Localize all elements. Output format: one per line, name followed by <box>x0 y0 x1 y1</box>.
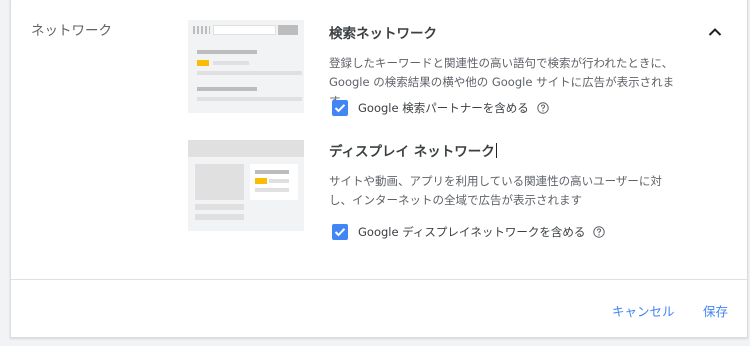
checkbox-checked[interactable] <box>332 224 348 240</box>
network-settings-card: ネットワーク 検索ネットワーク 登録したキーワードと関連性の高い語句で検索が行わ… <box>10 0 748 338</box>
illustration-line <box>197 97 302 101</box>
search-partners-checkbox[interactable]: Google 検索パートナーを含める <box>332 98 549 118</box>
chevron-up-icon <box>708 28 722 36</box>
illustration-ad-marker <box>197 60 209 66</box>
illustration-ad-marker <box>255 178 267 184</box>
description-line: 登録したキーワードと関連性の高い語句で検索が行われたときに、 <box>329 56 674 70</box>
checkmark-icon <box>334 228 346 237</box>
display-network-title: ディスプレイ ネットワーク <box>329 140 497 160</box>
section-title: ネットワーク <box>31 23 112 39</box>
save-button[interactable]: 保存 <box>703 301 728 320</box>
checkbox-checked[interactable] <box>332 100 348 116</box>
illustration-search-button <box>278 25 298 35</box>
description-line: し、インターネットの全域で広告が表示されます <box>329 193 582 207</box>
checkmark-icon <box>334 104 346 113</box>
help-icon[interactable] <box>537 102 549 114</box>
search-network-illustration <box>188 20 304 113</box>
display-network-checkbox[interactable]: Google ディスプレイネットワークを含める <box>332 222 606 242</box>
checkbox-label: Google 検索パートナーを含める <box>358 101 529 115</box>
cancel-button[interactable]: キャンセル <box>612 301 675 320</box>
illustration-line <box>195 204 244 210</box>
illustration-line <box>255 188 289 192</box>
display-network-description: サイトや動画、アプリを利用している関連性の高いユーザーに対 し、インターネットの… <box>329 172 679 210</box>
illustration-line <box>197 71 302 75</box>
illustration-line <box>197 50 257 54</box>
illustration-logo <box>193 26 210 34</box>
display-network-illustration <box>188 140 304 231</box>
illustration-line <box>269 179 289 183</box>
collapse-button[interactable] <box>703 20 727 44</box>
illustration-image-block <box>195 164 244 200</box>
search-network-title: 検索ネットワーク <box>329 26 437 42</box>
illustration-searchbox <box>213 25 276 35</box>
footer-divider <box>11 279 747 280</box>
description-line: サイトや動画、アプリを利用している関連性の高いユーザーに対 <box>329 174 662 188</box>
illustration-line <box>255 170 289 174</box>
illustration-header-bar <box>188 140 304 157</box>
checkbox-label: Google ディスプレイネットワークを含める <box>358 225 586 239</box>
illustration-line <box>197 87 257 91</box>
illustration-line <box>195 214 244 220</box>
display-network-title-text: ディスプレイ ネットワーク <box>329 144 495 160</box>
illustration-line <box>213 61 249 65</box>
help-icon[interactable] <box>593 226 606 238</box>
text-cursor <box>495 143 497 158</box>
